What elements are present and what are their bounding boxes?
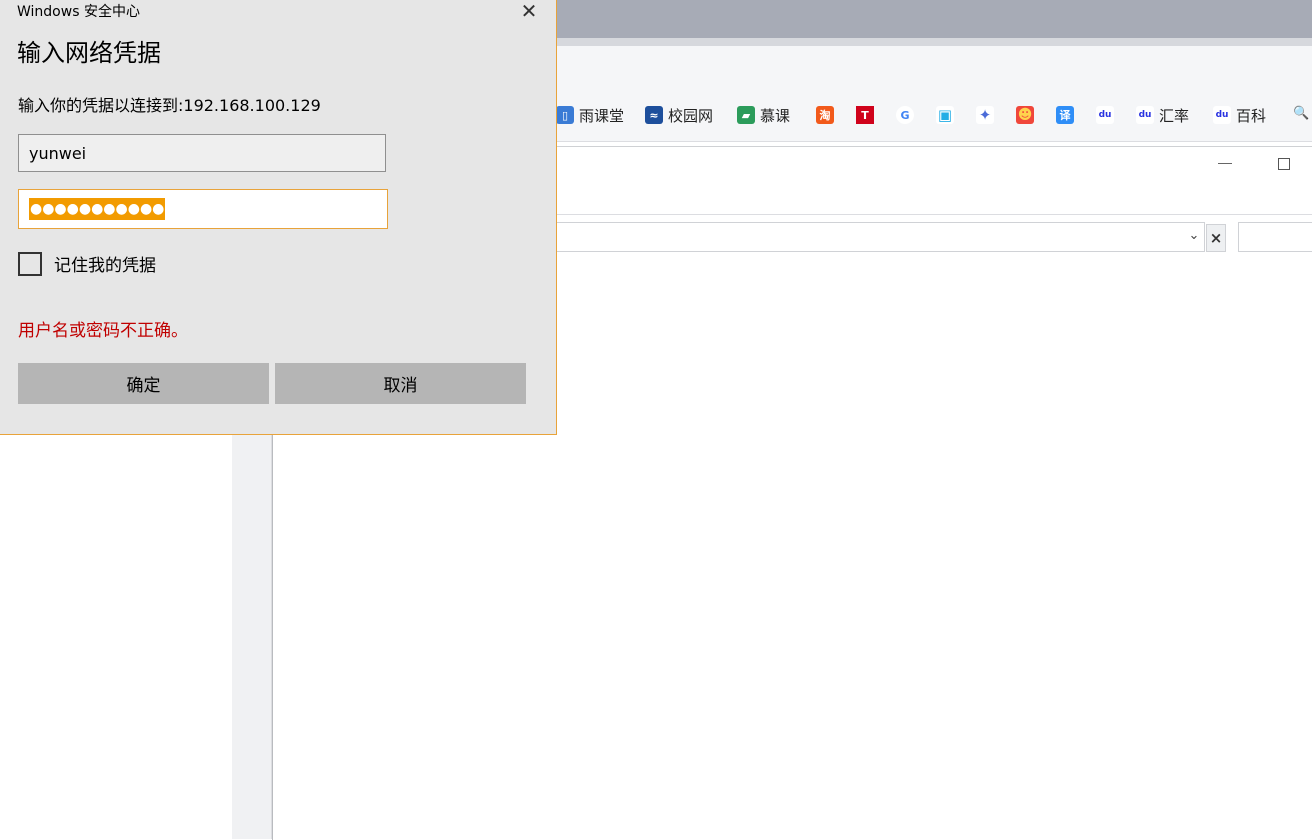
baidu-icon: du (1213, 106, 1231, 124)
taobao-icon: 淘 (816, 106, 834, 124)
remember-credentials-option[interactable]: 记住我的凭据 (18, 251, 156, 276)
mooc-icon: ▰ (737, 106, 755, 124)
campus-icon: ≈ (645, 106, 663, 124)
username-field[interactable]: yunwei (18, 134, 386, 172)
password-mask: ●●●●●●●●●●● (29, 198, 166, 220)
password-field[interactable]: ●●●●●●●●●●● (18, 189, 388, 229)
divider (556, 214, 1312, 215)
minimize-icon[interactable] (1218, 163, 1232, 164)
bookmark-cat[interactable]: ☻ (1016, 104, 1034, 126)
bookmark-translate[interactable]: 译 (1056, 104, 1074, 126)
side-panel-strip (232, 434, 272, 839)
search-icon[interactable]: 🔍 (1293, 106, 1309, 121)
maximize-icon[interactable] (1278, 158, 1290, 170)
chevron-down-icon[interactable]: ⌄ (1186, 228, 1202, 244)
cancel-button[interactable]: 取消 (275, 363, 526, 404)
baidu-icon: du (1096, 106, 1114, 124)
book-icon: ▯ (556, 106, 574, 124)
credential-dialog: Windows 安全中心 ✕ 输入网络凭据 输入你的凭据以连接到:192.168… (0, 0, 557, 435)
path-combobox[interactable] (556, 222, 1205, 252)
t-icon: T (856, 106, 874, 124)
bookmark-bilibili[interactable]: ▣ (936, 104, 954, 126)
bookmark-label: 汇率 (1159, 106, 1190, 125)
remember-label: 记住我的凭据 (54, 256, 156, 276)
bird-icon: ✦ (976, 106, 994, 124)
bookmark-bird[interactable]: ✦ (976, 104, 994, 126)
bookmark-campus-net[interactable]: ≈ 校园网 (645, 104, 713, 126)
clear-icon[interactable]: × (1206, 224, 1226, 252)
bookmark-baidu[interactable]: du (1096, 104, 1114, 126)
bookmark-exchange-rate[interactable]: du 汇率 (1136, 104, 1189, 126)
bookmark-label: 雨课堂 (579, 106, 625, 125)
bilibili-icon: ▣ (936, 106, 954, 124)
bookmark-label: 慕课 (760, 106, 791, 125)
bookmark-label: 校园网 (668, 106, 714, 125)
dialog-heading: 输入网络凭据 (17, 39, 161, 67)
cat-icon: ☻ (1016, 106, 1034, 124)
dialog-app-title: Windows 安全中心 (17, 4, 140, 20)
bookmark-baike[interactable]: du 百科 (1213, 104, 1266, 126)
bookmark-t[interactable]: T (856, 104, 874, 126)
error-message: 用户名或密码不正确。 (18, 321, 188, 341)
remember-checkbox[interactable] (18, 251, 42, 276)
bookmark-taobao[interactable]: 淘 (816, 104, 834, 126)
translate-icon: 译 (1056, 106, 1074, 124)
bookmark-mooc[interactable]: ▰ 慕课 (737, 104, 790, 126)
bookmark-google[interactable]: G (896, 104, 914, 126)
bookmark-label: 百科 (1236, 106, 1267, 125)
bookmark-yuketang[interactable]: ▯ 雨课堂 (556, 104, 624, 126)
baidu-icon: du (1136, 106, 1154, 124)
google-icon: G (896, 106, 914, 124)
close-icon[interactable]: ✕ (514, 0, 544, 22)
search-input[interactable] (1238, 222, 1312, 252)
dialog-subtitle: 输入你的凭据以连接到:192.168.100.129 (18, 96, 321, 115)
ok-button[interactable]: 确定 (18, 363, 269, 404)
